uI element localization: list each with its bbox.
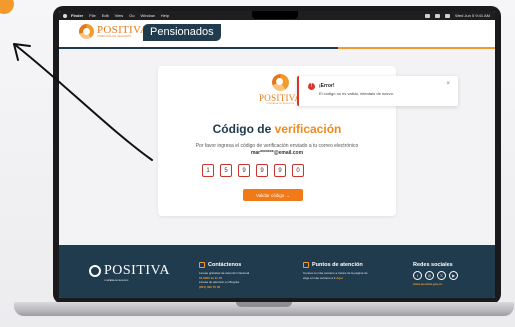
instagram-icon[interactable]: ◎ [425,271,434,281]
brand-logo[interactable]: POSITIVA COMPAÑÍA DE SEGUROS [79,24,148,39]
menu-go[interactable]: Go [129,13,134,18]
page-title: Código de verificación [158,122,396,136]
control-center-icon[interactable] [445,13,451,18]
logo-mark-icon [79,24,94,39]
menu-finder[interactable]: Finder [71,13,83,18]
title-prefix: Código de [212,122,272,136]
site-footer: POSITIVA COMPAÑÍA DE SEGUROS Contáctenos… [59,245,495,298]
card-brand-name: POSITIVA [259,93,302,103]
footer-social: Redes sociales f ◎ 𝕏 ▶ www.positiva.gov.… [413,261,483,287]
footer-attention: Puntos de atención Conoce tu más cercano… [303,261,385,280]
menubar-clock[interactable]: Wed Jun 5 9:41 AM [455,13,490,18]
footer-contact: Contáctenos Líneas gratuitas de atención… [199,261,284,289]
contact-phone2[interactable]: (601) 330 70 00 [199,285,284,290]
code-input-group: 1 5 9 9 9 0 [202,164,304,177]
menubar-status: Wed Jun 5 9:41 AM [425,11,490,20]
camera-notch [252,11,298,19]
laptop-screen: Finder File Edit View Go Window Help Wed… [59,11,495,298]
menu-window[interactable]: Window [141,13,155,18]
attention-heading: Puntos de atención [312,262,363,268]
logo-mark-icon [271,74,289,91]
code-digit-1[interactable]: 1 [202,164,214,177]
instructions-text: Por favor ingresa el código de verificac… [195,143,359,149]
error-icon: ! [308,83,315,90]
footer-brand-tag: COMPAÑÍA DE SEGUROS [104,280,129,282]
search-icon[interactable] [435,13,441,18]
building-icon [199,262,205,269]
wifi-icon[interactable] [425,13,431,18]
facebook-icon[interactable]: f [413,271,422,281]
footer-logo-mark-icon [89,265,101,277]
error-toast: ! ¡Error! El código no es valido, intent… [297,76,458,106]
menu-edit[interactable]: Edit [102,13,109,18]
toast-title: ¡Error! [319,83,335,89]
portal-title: Pensionados [143,24,221,41]
laptop-notch [236,302,292,307]
website-link[interactable]: www.positiva.gov.co [413,282,483,287]
footer-brand-logo[interactable]: POSITIVA COMPAÑÍA DE SEGUROS [89,263,170,282]
code-digit-6[interactable]: 0 [292,164,304,177]
x-twitter-icon[interactable]: 𝕏 [437,271,446,281]
card-logo: POSITIVA COMPAÑÍA DE SEGUROS [259,74,301,105]
menu-view[interactable]: View [115,13,124,18]
title-accent: verificación [274,122,342,136]
code-digit-2[interactable]: 5 [220,164,232,177]
code-digit-5[interactable]: 9 [274,164,286,177]
menu-file[interactable]: File [89,13,95,18]
contact-heading: Contáctenos [208,262,242,268]
code-digit-3[interactable]: 9 [238,164,250,177]
attention-line2: elige el más cercano a ti [303,275,336,280]
location-icon [303,262,309,269]
masked-email: mar*******@email.com [250,150,304,156]
youtube-icon[interactable]: ▶ [449,271,458,281]
main-content: POSITIVA COMPAÑÍA DE SEGUROS Código de v… [59,49,495,245]
validate-code-button[interactable]: Validar código → [243,189,303,201]
close-icon[interactable]: × [446,81,450,87]
code-digit-4[interactable]: 9 [256,164,268,177]
toast-message: El código no es valido, intentalo de nue… [319,91,394,96]
site-header: POSITIVA COMPAÑÍA DE SEGUROS Pensionados [59,20,495,47]
card-brand-tagline: COMPAÑÍA DE SEGUROS [266,103,295,105]
menubar: Finder File Edit View Go Window Help Wed… [59,11,495,20]
attention-link[interactable]: Aquí [336,276,343,280]
social-heading: Redes sociales [413,262,453,268]
brand-tagline: COMPAÑÍA DE SEGUROS [97,34,132,38]
footer-brand-name: POSITIVA [104,263,170,278]
menu-help[interactable]: Help [161,13,169,18]
apple-icon[interactable] [63,13,67,18]
